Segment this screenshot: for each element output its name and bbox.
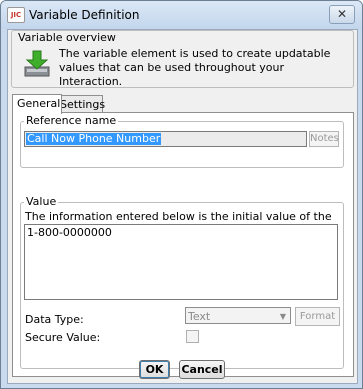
- tab-settings[interactable]: Settings: [55, 95, 105, 113]
- app-icon: JIC: [7, 7, 25, 23]
- overview-group: Variable overview The variable element i…: [11, 30, 354, 88]
- value-group: Value The information entered below is t…: [20, 195, 344, 369]
- tab-general[interactable]: General: [12, 94, 62, 114]
- value-legend: Value: [24, 195, 59, 208]
- general-tab-panel: Reference name Call Now Phone Number Not…: [12, 112, 354, 377]
- notes-button[interactable]: Notes: [309, 131, 339, 147]
- dialog-body: Variable overview The variable element i…: [7, 29, 358, 384]
- secure-value-label: Secure Value:: [25, 331, 101, 344]
- download-arrow-icon: [24, 50, 50, 77]
- data-type-value: Text: [188, 310, 211, 323]
- data-type-label: Data Type:: [25, 313, 84, 326]
- secure-value-checkbox[interactable]: [186, 330, 199, 343]
- reference-name-legend: Reference name: [24, 114, 119, 127]
- data-type-select[interactable]: Text ▼: [185, 307, 291, 324]
- close-button[interactable]: ✕: [329, 5, 355, 24]
- format-button[interactable]: Format: [295, 307, 340, 326]
- overview-description: The variable element is used to create u…: [59, 47, 331, 88]
- variable-definition-dialog: JIC Variable Definition ✕ Variable overv…: [0, 0, 363, 389]
- reference-name-input[interactable]: Call Now Phone Number: [24, 131, 307, 147]
- chevron-down-icon: ▼: [279, 312, 286, 321]
- cancel-button[interactable]: Cancel: [179, 360, 225, 379]
- overview-legend: Variable overview: [16, 31, 118, 44]
- title-bar[interactable]: JIC Variable Definition ✕: [1, 1, 362, 29]
- reference-name-group: Reference name Call Now Phone Number Not…: [20, 114, 344, 168]
- initial-value-textarea[interactable]: 1-800-0000000: [24, 224, 338, 300]
- window-title: Variable Definition: [29, 8, 140, 22]
- reference-name-value: Call Now Phone Number: [26, 132, 162, 145]
- ok-button[interactable]: OK: [139, 360, 170, 379]
